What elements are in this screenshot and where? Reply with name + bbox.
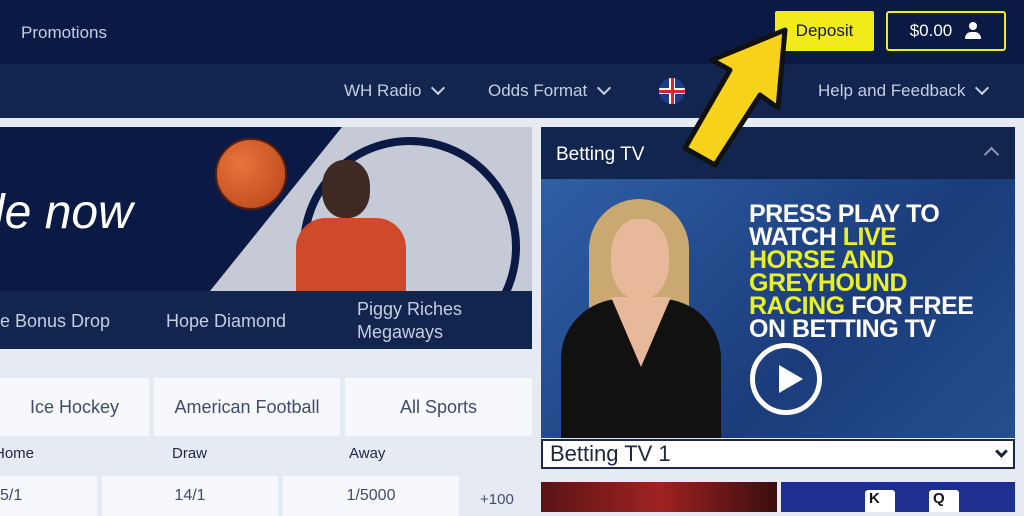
odds-draw-button[interactable]: 14/1 bbox=[102, 476, 278, 516]
sport-label: All Sports bbox=[399, 396, 478, 417]
odds-value: 1/5000 bbox=[346, 487, 396, 504]
nav-wh-radio[interactable]: WH Radio bbox=[344, 80, 446, 101]
secondary-nav: WH Radio Odds Format | Help and Feedback bbox=[0, 64, 1024, 118]
tv-channel-select[interactable]: Betting TV 1 bbox=[541, 439, 1015, 469]
playing-card: Q bbox=[929, 490, 959, 512]
odds-header-home: Home bbox=[0, 445, 35, 462]
presenter-face bbox=[611, 219, 669, 299]
game-bonus-drop[interactable]: e Bonus Drop bbox=[0, 311, 110, 332]
play-icon[interactable] bbox=[750, 343, 822, 415]
banner-title: le now bbox=[0, 186, 133, 239]
game-piggy-riches-megaways[interactable]: Megaways bbox=[357, 322, 443, 343]
odds-value: 14/1 bbox=[174, 487, 206, 504]
betting-tv-video[interactable]: PRESS PLAY TO WATCH LIVE HORSE AND GREYH… bbox=[541, 179, 1015, 438]
odds-home-button[interactable]: 5/1 bbox=[0, 476, 97, 516]
games-strip: e Bonus Drop Hope Diamond Piggy Riches M… bbox=[0, 291, 532, 349]
nav-label: Help and Feedback bbox=[818, 81, 966, 100]
nav-odds-format[interactable]: Odds Format bbox=[488, 80, 612, 101]
sport-tab-american-football[interactable]: American Football bbox=[154, 378, 340, 436]
tv-channel-value: Betting TV 1 bbox=[550, 441, 671, 466]
nav-label: WH Radio bbox=[344, 81, 422, 100]
user-icon bbox=[964, 22, 982, 40]
sport-tab-all-sports[interactable]: All Sports bbox=[345, 378, 532, 436]
player-image-body bbox=[296, 218, 406, 298]
odds-value: 5/1 bbox=[0, 487, 23, 504]
roulette-game-thumbnail[interactable] bbox=[541, 482, 777, 512]
nav-label: Odds Format bbox=[488, 81, 588, 100]
chevron-down-icon bbox=[597, 80, 612, 96]
top-header: Promotions Deposit $0.00 bbox=[0, 0, 1024, 64]
yellow-arrow-annotation bbox=[682, 27, 788, 168]
balance-value: $0.00 bbox=[909, 21, 953, 40]
chevron-down-icon bbox=[431, 80, 446, 96]
chevron-down-icon bbox=[995, 445, 1008, 458]
odds-header-draw: Draw bbox=[172, 445, 208, 462]
blackjack-game-thumbnail[interactable]: K Q bbox=[781, 482, 1015, 512]
chevron-down-icon bbox=[975, 80, 990, 96]
odds-header-away: Away bbox=[349, 445, 386, 462]
chevron-up-icon[interactable] bbox=[983, 146, 1000, 163]
odds-away-button[interactable]: 1/5000 bbox=[283, 476, 459, 516]
more-markets-link[interactable]: +100 bbox=[480, 491, 514, 508]
basketball-image bbox=[215, 138, 287, 210]
game-hope-diamond[interactable]: Hope Diamond bbox=[166, 311, 286, 332]
tv-promo-text: PRESS PLAY TO WATCH LIVE HORSE AND GREYH… bbox=[749, 202, 1009, 343]
player-image-head bbox=[322, 160, 370, 218]
sport-tab-ice-hockey[interactable]: Ice Hockey bbox=[0, 378, 149, 436]
sport-label: Ice Hockey bbox=[29, 396, 120, 417]
betting-tv-title: Betting TV bbox=[556, 144, 645, 165]
promotions-link[interactable]: Promotions bbox=[21, 23, 107, 43]
account-balance-button[interactable]: $0.00 bbox=[886, 11, 1006, 51]
promo-line: ON BETTING TV bbox=[749, 315, 936, 343]
nav-help-feedback[interactable]: Help and Feedback bbox=[818, 80, 990, 101]
playing-card: K bbox=[865, 490, 895, 512]
game-piggy-riches[interactable]: Piggy Riches bbox=[357, 299, 462, 320]
sport-label: American Football bbox=[174, 396, 320, 417]
